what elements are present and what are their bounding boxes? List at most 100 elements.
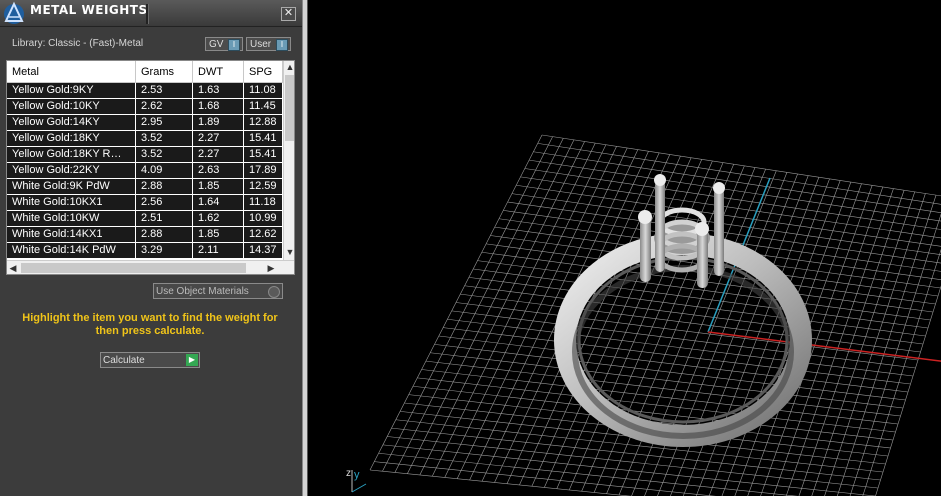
cell-metal: Yellow Gold:18KY R…: [7, 147, 136, 162]
grid-line: [824, 193, 926, 496]
use-object-materials-toggle[interactable]: Use Object Materials: [153, 283, 283, 299]
metal-table: Metal Grams DWT SPG Yellow Gold:9KY 2.53 1…: [6, 60, 295, 275]
cell-spg: 11.08: [244, 83, 283, 98]
gizmo-y-label: y: [354, 469, 360, 481]
scroll-down-icon[interactable]: ▼: [284, 247, 294, 257]
grid-line: [541, 134, 941, 197]
table-row[interactable]: Yellow Gold:18KY R… 3.52 2.27 15.41: [7, 147, 283, 163]
cell-dwt: 1.85: [193, 227, 244, 242]
library-label: Library: Classic - (Fast)-Metal: [12, 38, 144, 49]
cell-dwt: 2.11: [193, 243, 244, 258]
user-toggle-label: User: [250, 39, 272, 50]
cell-grams: 2.62: [136, 99, 193, 114]
viewport-canvas[interactable]: z y: [308, 0, 941, 496]
user-toggle[interactable]: User I: [246, 37, 291, 51]
app-logo-icon: [4, 1, 24, 24]
grid-line: [369, 469, 632, 496]
vertical-scrollbar[interactable]: ▲ ▼: [283, 61, 294, 260]
cell-grams: 2.56: [136, 195, 193, 210]
use-object-materials-label: Use Object Materials: [156, 286, 249, 297]
gv-toggle-label: GV: [209, 39, 224, 50]
cell-metal: Yellow Gold:10KY: [7, 99, 136, 114]
cell-grams: 2.51: [136, 211, 193, 226]
cell-metal: White Gold:14KX1: [7, 227, 136, 242]
cell-grams: 3.52: [136, 147, 193, 162]
cell-grams: 2.53: [136, 83, 193, 98]
table-row[interactable]: White Gold:10KW 2.51 1.62 10.99: [7, 211, 283, 227]
cell-dwt: 1.89: [193, 115, 244, 130]
column-header-metal[interactable]: Metal: [7, 61, 136, 83]
cell-spg: 12.62: [244, 227, 283, 242]
cell-spg: 11.45: [244, 99, 283, 114]
horizontal-scrollbar[interactable]: ◀ ▶: [7, 260, 294, 274]
radio-icon: [268, 286, 280, 298]
cell-grams: 2.95: [136, 115, 193, 130]
scroll-up-icon[interactable]: ▲: [284, 62, 294, 72]
cell-metal: White Gold:14K PdW: [7, 243, 136, 258]
vertical-scroll-thumb[interactable]: [285, 75, 294, 141]
cell-dwt: 2.27: [193, 131, 244, 146]
3d-viewport[interactable]: z y: [308, 0, 941, 496]
cell-metal: Yellow Gold:9KY: [7, 83, 136, 98]
column-header-spg[interactable]: SPG: [244, 61, 283, 83]
cell-spg: 10.99: [244, 211, 283, 226]
panel-title: METAL WEIGHTS: [30, 3, 148, 17]
table-body: Yellow Gold:9KY 2.53 1.63 11.08 Yellow Gold:…: [7, 83, 283, 259]
cell-metal: Yellow Gold:18KY: [7, 131, 136, 146]
play-arrow-icon: ▶: [186, 354, 198, 366]
cell-spg: 14.37: [244, 243, 283, 258]
table-row[interactable]: Yellow Gold:9KY 2.53 1.63 11.08: [7, 83, 283, 99]
table-row[interactable]: White Gold:9K PdW 2.88 1.85 12.59: [7, 179, 283, 195]
grid-line: [849, 213, 941, 496]
grid-line: [524, 168, 941, 230]
table-row[interactable]: Yellow Gold:18KY 3.52 2.27 15.41: [7, 131, 283, 147]
table-row[interactable]: White Gold:14K PdW 3.29 2.11 14.37: [7, 243, 283, 259]
cell-grams: 3.52: [136, 131, 193, 146]
scroll-left-icon[interactable]: ◀: [7, 263, 19, 273]
metal-weights-panel: METAL WEIGHTS ✕ Library: Classic - (Fast…: [0, 0, 302, 496]
column-header-grams[interactable]: Grams: [136, 61, 193, 83]
table-row[interactable]: Yellow Gold:22KY 4.09 2.63 17.89: [7, 163, 283, 179]
table-row[interactable]: White Gold:10KX1 2.56 1.64 11.18: [7, 195, 283, 211]
cell-spg: 17.89: [244, 163, 283, 178]
cell-spg: 15.41: [244, 147, 283, 162]
cell-spg: 12.59: [244, 179, 283, 194]
cell-grams: 3.29: [136, 243, 193, 258]
cell-dwt: 1.63: [193, 83, 244, 98]
horizontal-scroll-thumb[interactable]: [21, 263, 246, 273]
cell-spg: 15.41: [244, 131, 283, 146]
cell-metal: White Gold:10KW: [7, 211, 136, 226]
cell-grams: 4.09: [136, 163, 193, 178]
cell-dwt: 1.62: [193, 211, 244, 226]
toggle-icon: I: [228, 39, 240, 51]
cell-spg: 12.88: [244, 115, 283, 130]
cell-dwt: 2.63: [193, 163, 244, 178]
cell-metal: White Gold:10KX1: [7, 195, 136, 210]
grid-line: [533, 151, 941, 214]
title-separator: [146, 4, 149, 24]
cell-metal: Yellow Gold:14KY: [7, 115, 136, 130]
cell-spg: 11.18: [244, 195, 283, 210]
panel-titlebar: METAL WEIGHTS ✕: [0, 0, 302, 27]
cell-dwt: 1.64: [193, 195, 244, 210]
close-button[interactable]: ✕: [281, 7, 296, 21]
calculate-button[interactable]: Calculate ▶: [100, 352, 200, 368]
table-row[interactable]: White Gold:14KX1 2.88 1.85 12.62: [7, 227, 283, 243]
column-header-dwt[interactable]: DWT: [193, 61, 244, 83]
cell-grams: 2.88: [136, 179, 193, 194]
cell-grams: 2.88: [136, 227, 193, 242]
table-row[interactable]: Yellow Gold:10KY 2.62 1.68 11.45: [7, 99, 283, 115]
scroll-right-icon[interactable]: ▶: [265, 263, 277, 273]
grid-line: [836, 195, 937, 496]
table-row[interactable]: Yellow Gold:14KY 2.95 1.89 12.88: [7, 115, 283, 131]
gizmo-z-label: z: [346, 468, 351, 479]
table-header: Metal Grams DWT SPG: [7, 61, 283, 83]
axis-gizmo: z y: [346, 468, 367, 493]
gv-toggle[interactable]: GV I: [205, 37, 243, 51]
calculate-label: Calculate: [103, 355, 145, 366]
cell-metal: Yellow Gold:22KY: [7, 163, 136, 178]
cell-dwt: 1.85: [193, 179, 244, 194]
cell-dwt: 2.27: [193, 147, 244, 162]
hint-text: Highlight the item you want to find the …: [22, 312, 278, 337]
cell-dwt: 1.68: [193, 99, 244, 114]
